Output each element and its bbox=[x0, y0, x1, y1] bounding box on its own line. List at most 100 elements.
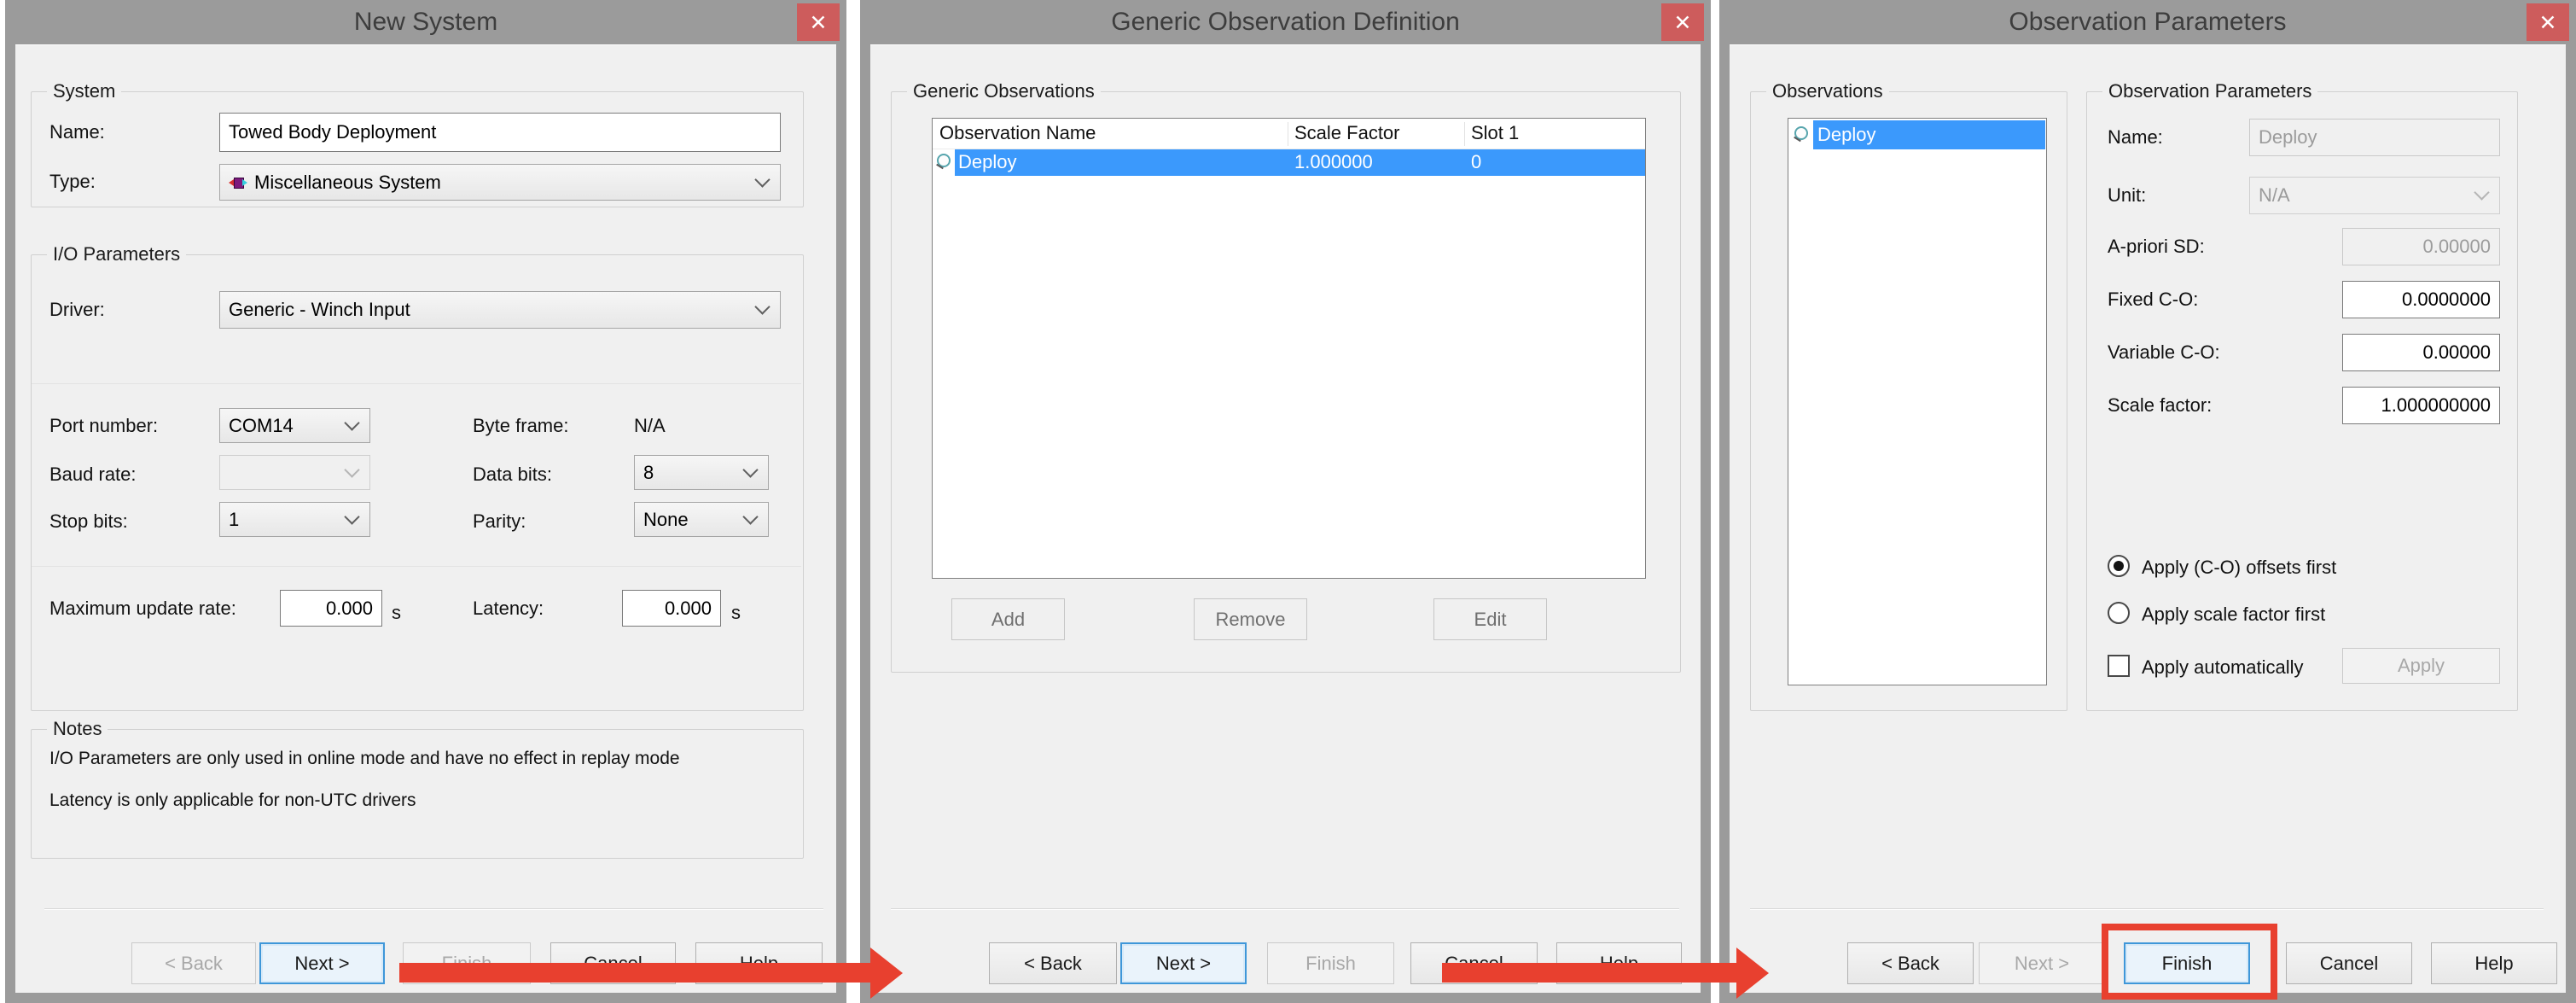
observation-parameters-group-label: Observation Parameters bbox=[2102, 80, 2317, 102]
observation-icon bbox=[934, 153, 953, 172]
button-separator bbox=[891, 908, 1679, 910]
next-button[interactable]: Next > bbox=[259, 942, 385, 984]
max-update-rate-input[interactable]: 0.000 bbox=[280, 590, 382, 627]
max-update-rate-value: 0.000 bbox=[326, 598, 373, 620]
edit-button[interactable]: Edit bbox=[1433, 598, 1547, 640]
notes-line-1: I/O Parameters are only used in online m… bbox=[49, 749, 680, 769]
system-type-dropdown[interactable]: Miscellaneous System bbox=[219, 164, 781, 201]
observations-list[interactable]: Deploy bbox=[1788, 118, 2047, 685]
chevron-down-icon bbox=[344, 509, 359, 524]
generic-observations-group-label: Generic Observations bbox=[907, 80, 1101, 102]
new-system-content: System Name: Towed Body Deployment Type:… bbox=[15, 44, 836, 993]
observation-parameters-titlebar[interactable]: Observation Parameters ✕ bbox=[1719, 0, 2576, 44]
byte-frame-label: Byte frame: bbox=[473, 415, 568, 437]
port-number-label: Port number: bbox=[49, 415, 158, 437]
workflow-arrow-1-head-icon bbox=[870, 948, 903, 999]
apply-button: Apply bbox=[2342, 648, 2500, 684]
stop-bits-dropdown[interactable]: 1 bbox=[219, 502, 370, 537]
latency-unit: s bbox=[731, 602, 741, 624]
column-header-slot-1[interactable]: Slot 1 bbox=[1471, 122, 1519, 144]
fixed-co-input[interactable]: 0.0000000 bbox=[2342, 281, 2500, 318]
back-button: < Back bbox=[131, 942, 256, 984]
workflow-arrow-1-body bbox=[399, 963, 870, 983]
apply-automatically-checkbox[interactable] bbox=[2108, 655, 2130, 677]
system-name-input[interactable]: Towed Body Deployment bbox=[219, 113, 781, 152]
next-button: Next > bbox=[1979, 942, 2105, 984]
observation-parameters-dialog: Observation Parameters ✕ Observations De… bbox=[1719, 0, 2576, 1003]
dialog-title: Generic Observation Definition bbox=[860, 8, 1711, 37]
generic-observation-content: Generic Observations Observation Name Sc… bbox=[870, 44, 1701, 993]
obs-name-input: Deploy bbox=[2249, 119, 2500, 156]
fixed-co-label: Fixed C-O: bbox=[2108, 289, 2198, 311]
fixed-co-value: 0.0000000 bbox=[2402, 289, 2491, 311]
cell-scale-factor: 1.000000 bbox=[1294, 151, 1373, 173]
workflow-arrow-2-head-icon bbox=[1736, 948, 1769, 999]
chevron-down-icon bbox=[2474, 184, 2489, 200]
data-bits-dropdown[interactable]: 8 bbox=[634, 455, 769, 490]
column-header-scale-factor[interactable]: Scale Factor bbox=[1294, 122, 1400, 144]
unit-dropdown: N/A bbox=[2249, 177, 2500, 214]
table-row[interactable]: Deploy 1.000000 0 bbox=[933, 149, 1645, 176]
port-number-dropdown[interactable]: COM14 bbox=[219, 408, 370, 443]
wizard-sequence-screenshot: New System ✕ System Name: Towed Body Dep… bbox=[0, 0, 2576, 1003]
stop-bits-label: Stop bits: bbox=[49, 510, 128, 533]
io-parameters-group-label: I/O Parameters bbox=[47, 243, 186, 265]
remove-button[interactable]: Remove bbox=[1194, 598, 1307, 640]
system-name-value: Towed Body Deployment bbox=[229, 121, 436, 143]
chevron-down-icon bbox=[344, 462, 359, 477]
column-divider bbox=[1464, 122, 1465, 146]
apply-offsets-first-label[interactable]: Apply (C-O) offsets first bbox=[2142, 557, 2336, 579]
new-system-titlebar[interactable]: New System ✕ bbox=[5, 0, 846, 44]
io-separator bbox=[32, 383, 801, 384]
baud-rate-dropdown bbox=[219, 455, 370, 490]
add-button[interactable]: Add bbox=[951, 598, 1065, 640]
scale-factor-label: Scale factor: bbox=[2108, 394, 2212, 417]
observations-table[interactable]: Observation Name Scale Factor Slot 1 Dep… bbox=[932, 118, 1646, 579]
variable-co-label: Variable C-O: bbox=[2108, 341, 2220, 364]
close-icon[interactable]: ✕ bbox=[1661, 3, 1704, 41]
latency-label: Latency: bbox=[473, 598, 544, 620]
list-item[interactable]: Deploy bbox=[1789, 120, 2045, 149]
latency-input[interactable]: 0.000 bbox=[622, 590, 721, 627]
unit-label: Unit: bbox=[2108, 184, 2146, 207]
scale-factor-input[interactable]: 1.000000000 bbox=[2342, 387, 2500, 424]
variable-co-value: 0.00000 bbox=[2422, 341, 2491, 364]
observation-icon bbox=[1792, 125, 1811, 144]
driver-value: Generic - Winch Input bbox=[229, 299, 410, 321]
chevron-down-icon bbox=[754, 172, 770, 187]
chevron-down-icon bbox=[344, 415, 359, 430]
next-button[interactable]: Next > bbox=[1120, 942, 1247, 984]
observations-group-label: Observations bbox=[1766, 80, 1889, 102]
list-item-label: Deploy bbox=[1817, 124, 1875, 146]
chevron-down-icon bbox=[742, 462, 758, 477]
name-label: Name: bbox=[49, 121, 105, 143]
apply-offsets-first-radio[interactable] bbox=[2108, 555, 2130, 577]
variable-co-input[interactable]: 0.00000 bbox=[2342, 334, 2500, 371]
apply-automatically-label[interactable]: Apply automatically bbox=[2142, 656, 2304, 679]
cancel-button[interactable]: Cancel bbox=[2286, 942, 2412, 984]
driver-dropdown[interactable]: Generic - Winch Input bbox=[219, 291, 781, 329]
workflow-arrow-2-body bbox=[1442, 963, 1736, 983]
dialog-title: Observation Parameters bbox=[1719, 8, 2576, 37]
apply-scale-first-label[interactable]: Apply scale factor first bbox=[2142, 604, 2325, 626]
apriori-sd-input: 0.00000 bbox=[2342, 228, 2500, 265]
notes-group-label: Notes bbox=[47, 718, 108, 740]
stop-bits-value: 1 bbox=[229, 509, 239, 531]
max-update-rate-label: Maximum update rate: bbox=[49, 598, 236, 620]
notes-line-2: Latency is only applicable for non-UTC d… bbox=[49, 790, 416, 811]
parity-label: Parity: bbox=[473, 510, 526, 533]
apriori-sd-label: A-priori SD: bbox=[2108, 236, 2205, 258]
column-header-observation-name[interactable]: Observation Name bbox=[939, 122, 1096, 144]
cell-slot-1: 0 bbox=[1471, 151, 1481, 173]
back-button[interactable]: < Back bbox=[1847, 942, 1974, 984]
obs-name-value: Deploy bbox=[2259, 126, 2317, 149]
scale-factor-value: 1.000000000 bbox=[2381, 394, 2491, 417]
apply-scale-first-radio[interactable] bbox=[2108, 602, 2130, 624]
chevron-down-icon bbox=[754, 299, 770, 314]
close-icon[interactable]: ✕ bbox=[797, 3, 840, 41]
generic-observation-titlebar[interactable]: Generic Observation Definition ✕ bbox=[860, 0, 1711, 44]
help-button[interactable]: Help bbox=[2431, 942, 2557, 984]
back-button[interactable]: < Back bbox=[989, 942, 1117, 984]
close-icon[interactable]: ✕ bbox=[2527, 3, 2569, 41]
parity-dropdown[interactable]: None bbox=[634, 502, 769, 537]
